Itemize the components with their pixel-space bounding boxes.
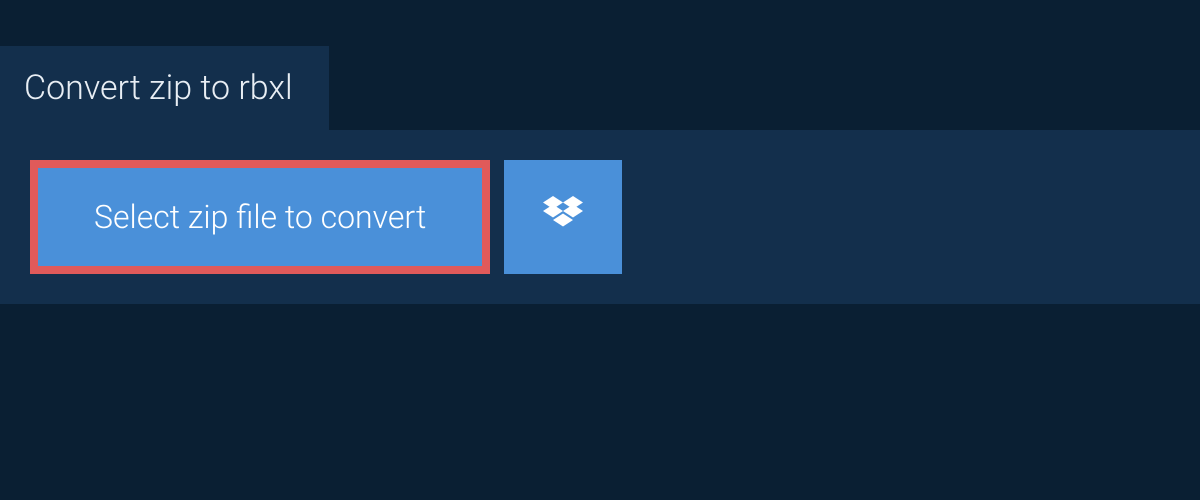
dropbox-icon — [543, 196, 583, 238]
button-row: Select zip file to convert — [30, 160, 1170, 274]
page-title-tab: Convert zip to rbxl — [0, 46, 329, 130]
dropbox-button[interactable] — [504, 160, 622, 274]
select-file-button[interactable]: Select zip file to convert — [30, 160, 490, 274]
page-title: Convert zip to rbxl — [24, 68, 293, 108]
upload-panel: Select zip file to convert — [0, 130, 1200, 304]
select-file-label: Select zip file to convert — [94, 198, 426, 236]
